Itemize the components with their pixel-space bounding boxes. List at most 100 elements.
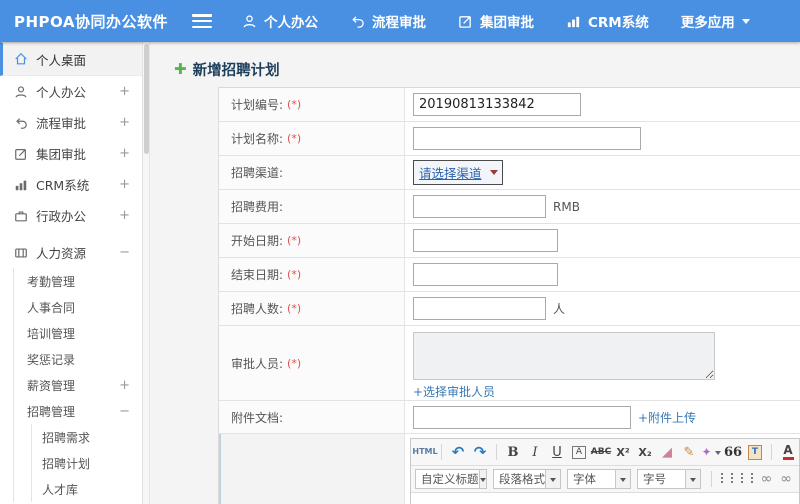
italic-button[interactable]: I bbox=[525, 442, 545, 462]
scrollbar-thumb[interactable] bbox=[144, 44, 149, 154]
nav-workflow-approval[interactable]: 流程审批 bbox=[350, 11, 426, 31]
approver-textarea[interactable] bbox=[413, 332, 715, 380]
sidebar-item-workflow-approval[interactable]: 流程审批 + bbox=[0, 107, 142, 138]
rich-text-editor: HTML ↶ ↷ B I U A ABC X² X₂ ◢ ✎ ✦ 66 T A … bbox=[410, 438, 800, 504]
form-row-approver: 审批人员: (*) +选择审批人员 bbox=[219, 326, 800, 401]
form-row-end-date: 结束日期: (*) bbox=[219, 258, 800, 292]
start-date-input[interactable] bbox=[413, 229, 558, 252]
end-date-input[interactable] bbox=[413, 263, 558, 286]
edit-icon bbox=[14, 147, 28, 161]
form-row-fee: 招聘费用: RMB bbox=[219, 190, 800, 224]
autotypeset-button[interactable]: A bbox=[569, 442, 589, 462]
page-title: ✚ 新增招聘计划 bbox=[151, 42, 800, 80]
form-row-channel: 招聘渠道: 请选择渠道 bbox=[219, 156, 800, 190]
custom-title-dropdown[interactable]: 自定义标题 bbox=[415, 469, 487, 489]
sidebar-item-human-resources[interactable]: 人力资源 − bbox=[0, 237, 142, 268]
sidebar-item-recruit-plan[interactable]: 招聘计划 bbox=[32, 450, 142, 476]
align-right-icon[interactable] bbox=[740, 473, 743, 485]
nav-personal-office[interactable]: 个人办公 bbox=[242, 11, 318, 31]
plan-name-input[interactable] bbox=[413, 127, 641, 150]
editor-toolbar-row1: HTML ↶ ↷ B I U A ABC X² X₂ ◢ ✎ ✦ 66 T A bbox=[411, 439, 799, 466]
chevron-down-icon[interactable] bbox=[615, 470, 630, 488]
blockquote-button[interactable]: 66 bbox=[723, 442, 743, 462]
collapse-toggle[interactable]: − bbox=[119, 245, 130, 260]
sidebar-item-recruit-demand[interactable]: 招聘需求 bbox=[32, 424, 142, 450]
sidebar-item-training[interactable]: 培训管理 bbox=[14, 320, 142, 346]
sidebar-item-talent-pool[interactable]: 人才库 bbox=[32, 476, 142, 502]
expand-toggle[interactable]: + bbox=[119, 146, 130, 161]
editor-toolbar-row2: 自定义标题 段落格式 字体 字号 ∞ ∞ bbox=[411, 466, 799, 493]
superscript-button[interactable]: X² bbox=[613, 442, 633, 462]
editor-content-area[interactable] bbox=[411, 493, 799, 504]
plus-icon: ✚ bbox=[174, 60, 187, 78]
plan-no-input[interactable] bbox=[413, 93, 581, 116]
fee-input[interactable] bbox=[413, 195, 546, 218]
required-mark: (*) bbox=[287, 356, 302, 370]
highlight-pen-icon[interactable]: ✦ bbox=[701, 442, 721, 462]
choose-approver-link[interactable]: +选择审批人员 bbox=[413, 383, 495, 400]
subscript-button[interactable]: X₂ bbox=[635, 442, 655, 462]
form-row-headcount: 招聘人数: (*) 人 bbox=[219, 292, 800, 326]
nav-more-apps[interactable]: 更多应用 bbox=[681, 11, 750, 31]
underline-button[interactable]: U bbox=[547, 442, 567, 462]
align-left-icon[interactable] bbox=[721, 473, 723, 485]
expand-toggle[interactable]: + bbox=[119, 378, 130, 393]
channel-select[interactable]: 请选择渠道 bbox=[413, 160, 503, 185]
remove-link-icon[interactable]: ∞ bbox=[780, 471, 792, 487]
align-justify-icon[interactable] bbox=[750, 473, 753, 485]
form-row-plan-name: 计划名称: (*) bbox=[219, 122, 800, 156]
sidebar-item-personal-office[interactable]: 个人办公 + bbox=[0, 76, 142, 107]
sidebar-item-crm[interactable]: CRM系统 + bbox=[0, 169, 142, 200]
headcount-input[interactable] bbox=[413, 297, 546, 320]
chevron-down-icon[interactable] bbox=[478, 470, 486, 488]
align-center-icon[interactable] bbox=[730, 473, 733, 485]
collapse-toggle[interactable]: − bbox=[119, 404, 130, 419]
form-row-attachment: 附件文档: +附件上传 bbox=[219, 401, 800, 434]
required-mark: (*) bbox=[287, 268, 302, 281]
sidebar-item-hr-contract[interactable]: 人事合同 bbox=[14, 294, 142, 320]
font-color-button[interactable]: A bbox=[778, 442, 798, 462]
required-mark: (*) bbox=[287, 132, 302, 145]
user-icon bbox=[14, 85, 28, 99]
bold-button[interactable]: B bbox=[503, 442, 523, 462]
font-size-dropdown[interactable]: 字号 bbox=[637, 469, 701, 489]
chevron-down-icon bbox=[741, 18, 750, 28]
bar-chart-icon bbox=[566, 14, 581, 29]
format-painter-icon[interactable]: ✎ bbox=[679, 442, 699, 462]
attachment-upload-link[interactable]: +附件上传 bbox=[638, 409, 696, 426]
flow-icon bbox=[350, 14, 365, 29]
paragraph-format-dropdown[interactable]: 段落格式 bbox=[493, 469, 561, 489]
expand-toggle[interactable]: + bbox=[119, 177, 130, 192]
expand-toggle[interactable]: + bbox=[119, 208, 130, 223]
divider bbox=[711, 471, 712, 487]
bar-chart-icon bbox=[14, 178, 28, 192]
undo-button[interactable]: ↶ bbox=[448, 442, 468, 462]
attachment-input[interactable] bbox=[413, 405, 631, 429]
sidebar-item-group-approval[interactable]: 集团审批 + bbox=[0, 138, 142, 169]
sidebar-item-recruit-mgmt[interactable]: 招聘管理 − bbox=[14, 398, 142, 424]
insert-link-icon[interactable]: ∞ bbox=[761, 471, 773, 487]
divider bbox=[441, 444, 442, 460]
strikethrough-button[interactable]: ABC bbox=[591, 442, 611, 462]
sidebar-item-salary[interactable]: 薪资管理 + bbox=[14, 372, 142, 398]
eraser-icon[interactable]: ◢ bbox=[657, 442, 677, 462]
font-family-dropdown[interactable]: 字体 bbox=[567, 469, 631, 489]
sidebar-item-rewards[interactable]: 奖惩记录 bbox=[14, 346, 142, 372]
sidebar-item-attendance[interactable]: 考勤管理 bbox=[14, 268, 142, 294]
nav-group-approval[interactable]: 集团审批 bbox=[458, 11, 534, 31]
app-logo[interactable]: PHPOA协同办公软件 bbox=[0, 11, 176, 32]
redo-button[interactable]: ↷ bbox=[470, 442, 490, 462]
chevron-down-icon[interactable] bbox=[685, 470, 700, 488]
paste-text-icon[interactable]: T bbox=[745, 442, 765, 462]
expand-toggle[interactable]: + bbox=[119, 84, 130, 99]
chevron-down-icon[interactable] bbox=[545, 470, 560, 488]
form-row-plan-no: 计划编号: (*) bbox=[219, 88, 800, 122]
sidebar-scrollbar[interactable] bbox=[143, 42, 150, 504]
menu-icon[interactable] bbox=[192, 14, 212, 28]
source-code-button[interactable]: HTML bbox=[412, 442, 437, 462]
nav-crm-system[interactable]: CRM系统 bbox=[566, 11, 649, 31]
expand-toggle[interactable]: + bbox=[119, 115, 130, 130]
main-content: ✚ 新增招聘计划 计划编号:(*) 计划名称:(*) 招聘渠道: 请选择渠道 招… bbox=[151, 42, 800, 504]
sidebar-item-admin-office[interactable]: 行政办公 + bbox=[0, 200, 142, 231]
sidebar-item-personal-desktop[interactable]: 个人桌面 bbox=[0, 42, 142, 76]
